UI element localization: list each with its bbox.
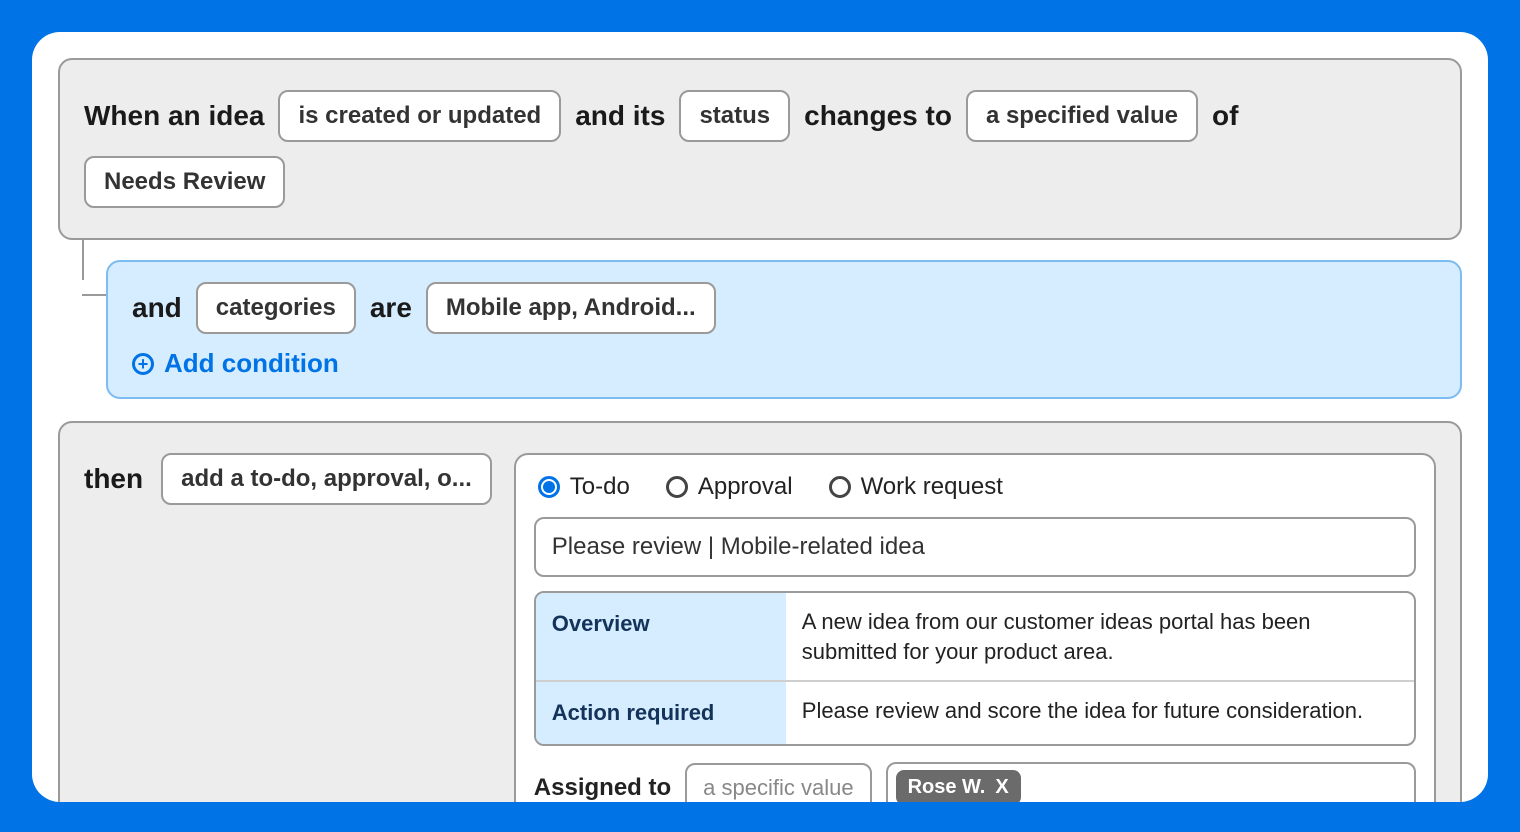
trigger-field-select[interactable]: status (679, 90, 790, 142)
condition-values-select[interactable]: Mobile app, Android... (426, 282, 716, 334)
radio-todo[interactable]: To-do (538, 473, 630, 501)
action-then: then (84, 463, 143, 495)
radio-todo-label: To-do (570, 473, 630, 501)
rule-builder-card: When an idea is created or updated and i… (32, 32, 1488, 802)
radio-approval-label: Approval (698, 473, 793, 501)
add-condition-label: Add condition (164, 348, 339, 379)
radio-work-request[interactable]: Work request (829, 473, 1003, 501)
desc-row: Action required Please review and score … (536, 682, 1414, 744)
assigned-to-row: Assigned to a specific value Rose W. X (534, 762, 1416, 802)
desc-value-cell[interactable]: Please review and score the idea for fut… (786, 682, 1414, 744)
radio-icon (829, 476, 851, 498)
trigger-value-type-select[interactable]: a specified value (966, 90, 1198, 142)
assignee-chip-name: Rose W. (908, 776, 986, 799)
assigned-mode-select[interactable]: a specific value (685, 763, 871, 802)
trigger-value-select[interactable]: Needs Review (84, 156, 285, 208)
desc-label-cell[interactable]: Overview (536, 593, 786, 680)
condition-are: are (370, 292, 412, 324)
condition-panel: and categories are Mobile app, Android..… (106, 260, 1462, 399)
radio-icon (538, 476, 560, 498)
add-condition-button[interactable]: + Add condition (132, 348, 1436, 379)
trigger-changes-to: changes to (804, 100, 952, 132)
desc-row: Overview A new idea from our customer id… (536, 593, 1414, 682)
condition-field-select[interactable]: categories (196, 282, 356, 334)
action-type-select[interactable]: add a to-do, approval, o... (161, 453, 492, 505)
assignee-chip[interactable]: Rose W. X (896, 770, 1021, 802)
action-panel: then add a to-do, approval, o... To-do A… (58, 421, 1462, 802)
condition-and: and (132, 292, 182, 324)
trigger-lead: When an idea (84, 100, 264, 132)
trigger-of: of (1212, 100, 1238, 132)
radio-work-request-label: Work request (861, 473, 1003, 501)
radio-icon (666, 476, 688, 498)
desc-value-cell[interactable]: A new idea from our customer ideas porta… (786, 593, 1414, 680)
assigned-to-label: Assigned to (534, 774, 671, 802)
desc-label-cell[interactable]: Action required (536, 682, 786, 744)
radio-approval[interactable]: Approval (666, 473, 793, 501)
trigger-event-select[interactable]: is created or updated (278, 90, 561, 142)
action-details-box: To-do Approval Work request Please revie… (514, 453, 1436, 802)
action-kind-radio-group: To-do Approval Work request (534, 473, 1416, 517)
plus-icon: + (132, 353, 154, 375)
action-description-table: Overview A new idea from our customer id… (534, 591, 1416, 746)
close-icon[interactable]: X (995, 776, 1008, 799)
trigger-and-its: and its (575, 100, 665, 132)
action-title-input[interactable]: Please review | Mobile-related idea (534, 517, 1416, 577)
trigger-panel: When an idea is created or updated and i… (58, 58, 1462, 240)
assignee-input[interactable]: Rose W. X (886, 762, 1416, 802)
